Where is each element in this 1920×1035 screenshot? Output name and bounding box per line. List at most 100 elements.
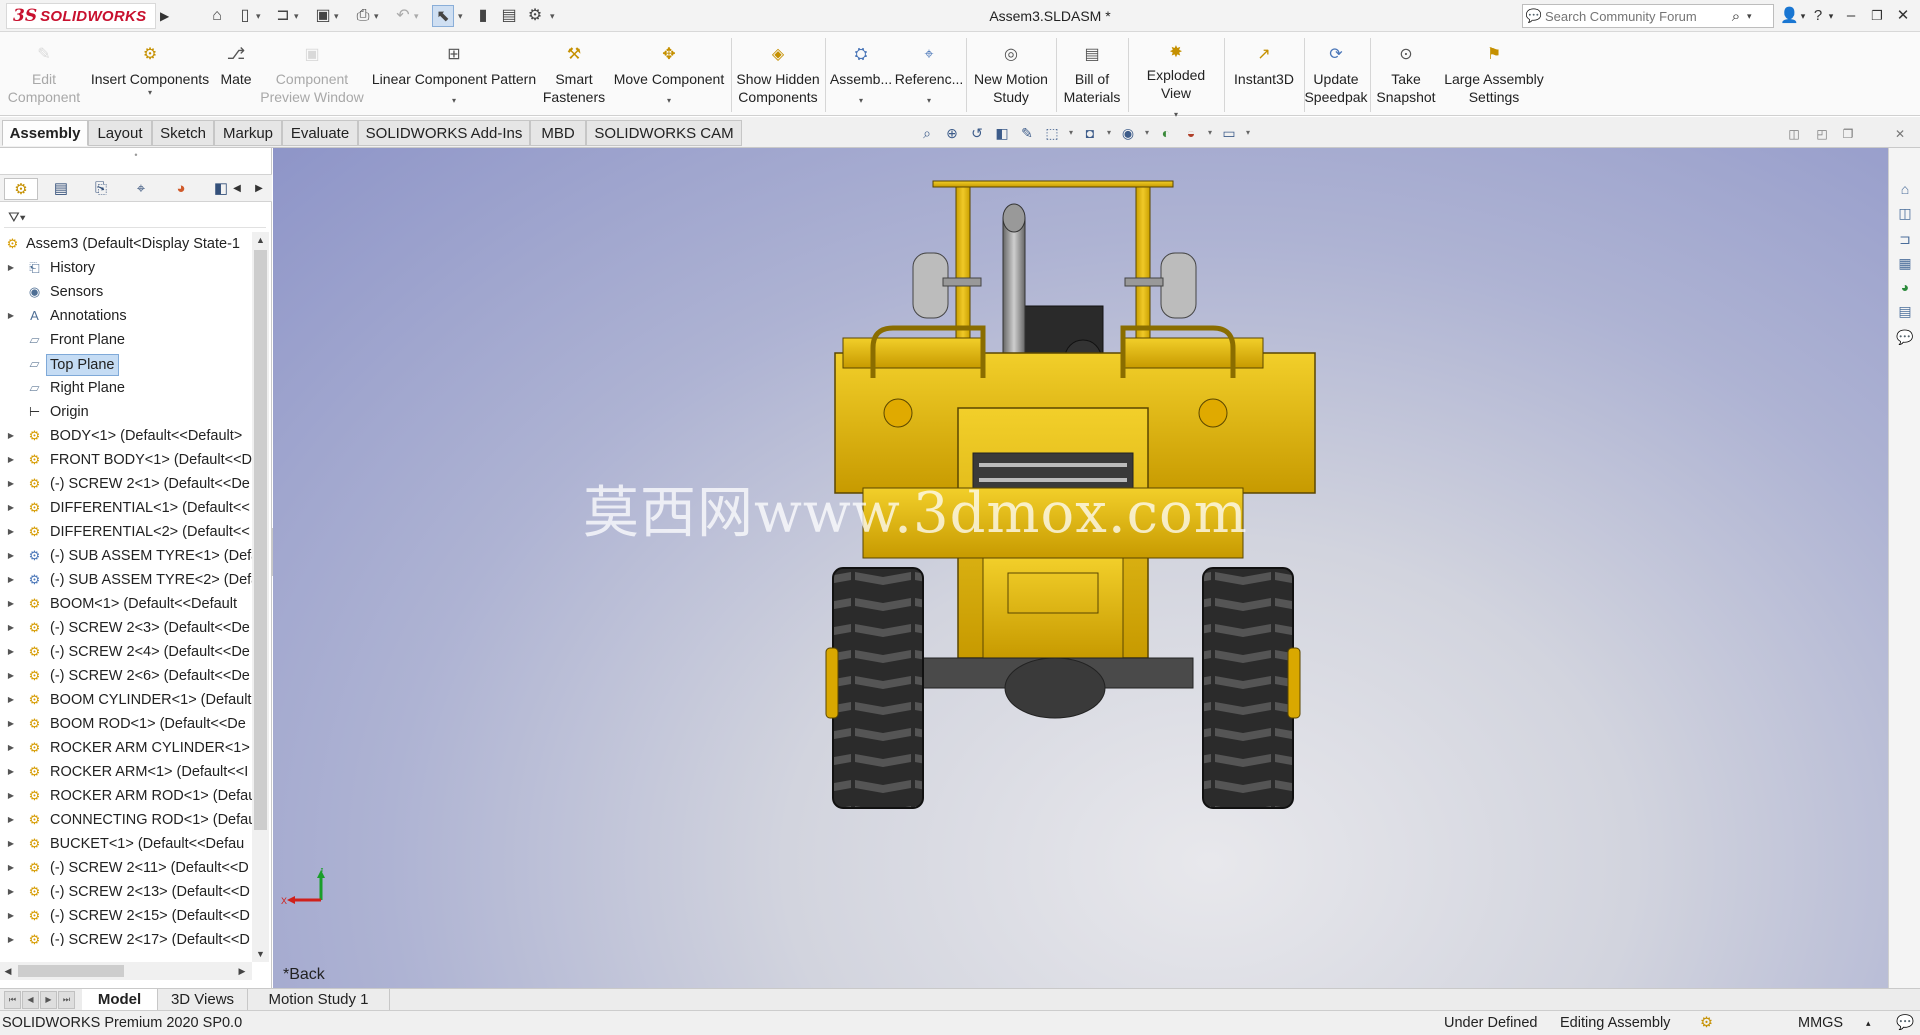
move-component-button[interactable]: ✥ Move Component ▾ — [610, 34, 728, 114]
custom-properties-icon[interactable]: ▤ — [1894, 300, 1916, 322]
doc-window-tile-icon[interactable]: ◫ — [1784, 124, 1804, 144]
display-style-dropdown-icon[interactable]: ▾ — [1104, 122, 1114, 144]
solidworks-forum-icon[interactable]: 💬 — [1894, 326, 1916, 348]
new-dropdown-icon[interactable]: ▾ — [256, 5, 264, 27]
open-document-icon[interactable]: ⊐ — [272, 5, 294, 27]
save-dropdown-icon[interactable]: ▾ — [334, 5, 342, 27]
dropdown-caret-icon[interactable]: ▾ — [859, 96, 863, 106]
view-settings-dropdown-icon[interactable]: ▾ — [1243, 122, 1253, 144]
dropdown-caret-icon[interactable]: ▾ — [927, 96, 931, 106]
dynamic-annotation-icon[interactable]: ✎ — [1016, 122, 1038, 144]
tab-assembly[interactable]: Assembly — [2, 120, 88, 146]
status-chat-icon[interactable]: 💬 — [1896, 1011, 1914, 1035]
apply-scene-dropdown-icon[interactable]: ▾ — [1205, 122, 1215, 144]
tree-item[interactable]: ▶ ⚙ (-) SCREW 2<1> (Default<<De — [0, 472, 252, 496]
scroll-down-icon[interactable]: ▼ — [252, 946, 269, 962]
unit-system-text[interactable]: MMGS — [1798, 1011, 1843, 1035]
tree-item[interactable]: ▶ ⚙ ROCKER ARM ROD<1> (Defau — [0, 784, 252, 808]
tree-item[interactable]: ▱ Top Plane — [0, 352, 252, 376]
expand-arrow-icon[interactable]: ▶ — [6, 664, 16, 688]
tree-item[interactable]: ▱ Right Plane — [0, 376, 252, 400]
tree-item[interactable]: ▶ ⚙ DIFFERENTIAL<1> (Default<< — [0, 496, 252, 520]
displaymanager-tab-icon[interactable]: ◕ — [164, 178, 198, 200]
tree-item[interactable]: ▶ ⚙ BOOM<1> (Default<<Default — [0, 592, 252, 616]
tree-item[interactable]: ▶ ⚙ (-) SCREW 2<3> (Default<<De — [0, 616, 252, 640]
expand-arrow-icon[interactable]: ▶ — [6, 856, 16, 880]
file-properties-icon[interactable]: ▤ — [498, 5, 520, 27]
expand-arrow-icon[interactable]: ▶ — [6, 760, 16, 784]
tab-solidworks-addins[interactable]: SOLIDWORKS Add-Ins — [358, 120, 530, 146]
home-icon[interactable]: ⌂ — [206, 5, 228, 27]
expand-arrow-icon[interactable]: ▶ — [6, 544, 16, 568]
user-account-icon[interactable]: 👤 — [1780, 5, 1799, 27]
tree-item[interactable]: ▱ Front Plane — [0, 328, 252, 352]
expand-arrow-icon[interactable]: ▶ — [6, 808, 16, 832]
solidworks-resources-home-icon[interactable]: ⌂ — [1894, 178, 1916, 200]
tab-solidworks-cam[interactable]: SOLIDWORKS CAM — [586, 120, 742, 146]
edit-component-button[interactable]: ✎ Edit Component — [4, 34, 84, 114]
search-input[interactable] — [1545, 8, 1725, 24]
first-tab-icon[interactable]: ⏮ — [4, 991, 21, 1009]
search-dropdown-icon[interactable]: ▾ — [1747, 11, 1757, 22]
expand-arrow-icon[interactable]: ▶ — [6, 712, 16, 736]
scroll-right-icon[interactable]: ▶ — [234, 962, 250, 980]
smart-fasteners-button[interactable]: ⚒ Smart Fasteners — [540, 34, 608, 114]
tree-item[interactable]: ▶ ⚙ ROCKER ARM<1> (Default<<I — [0, 760, 252, 784]
hide-show-dropdown-icon[interactable]: ▾ — [1142, 122, 1152, 144]
tree-item[interactable]: ▶ ⚙ (-) SCREW 2<11> (Default<<D — [0, 856, 252, 880]
tree-root-assembly[interactable]: ⚙ Assem3 (Default<Display State-1 — [0, 232, 252, 256]
options-dropdown-icon[interactable]: ▾ — [550, 5, 558, 27]
close-icon[interactable]: ✕ — [1892, 5, 1914, 27]
insert-components-button[interactable]: ⚙ Insert Components ▾ — [88, 34, 212, 114]
expand-arrow-icon[interactable]: ▶ — [6, 424, 16, 448]
print-icon[interactable]: ⎙ — [352, 5, 374, 27]
expand-arrow-icon[interactable]: ▶ — [6, 448, 16, 472]
wheel-loader-model[interactable] — [793, 178, 1393, 928]
minimize-icon[interactable]: – — [1842, 5, 1860, 27]
save-icon[interactable]: ▣ — [312, 5, 334, 27]
tree-item[interactable]: ▶ ⚙ DIFFERENTIAL<2> (Default<< — [0, 520, 252, 544]
featuremanager-tree-tab-icon[interactable]: ⚙ — [4, 178, 38, 200]
panel-grip-handle[interactable]: • — [0, 148, 272, 162]
view-settings-icon[interactable]: ▭ — [1218, 122, 1240, 144]
tree-item[interactable]: ▶ ⚙ BODY<1> (Default<<Default> — [0, 424, 252, 448]
tree-filter-icon[interactable]: ⛛▾ — [4, 206, 266, 228]
help-dropdown-icon[interactable]: ▾ — [1826, 5, 1836, 27]
show-hidden-components-button[interactable]: ◈ Show Hidden Components — [734, 34, 822, 114]
instant3d-button[interactable]: ↗ Instant3D — [1226, 34, 1302, 114]
reference-geometry-button[interactable]: ⌖ Referenc... ▾ — [895, 34, 963, 114]
doc-window-restore-icon[interactable]: ❐ — [1838, 124, 1858, 144]
view-palette-icon[interactable]: ▦ — [1894, 252, 1916, 274]
tree-item[interactable]: ▶ ⚙ BUCKET<1> (Default<<Defau — [0, 832, 252, 856]
next-tab-icon[interactable]: ▶ — [40, 991, 57, 1009]
exploded-view-button[interactable]: ✸ Exploded View ▾ — [1130, 34, 1222, 119]
expand-arrow-icon[interactable]: ▶ — [6, 496, 16, 520]
expand-arrow-icon[interactable]: ▶ — [6, 904, 16, 928]
large-assembly-settings-button[interactable]: ⚑ Large Assembly Settings — [1440, 34, 1548, 114]
help-icon[interactable]: ? — [1810, 5, 1826, 27]
tree-item[interactable]: ▶ ⚙ (-) SCREW 2<6> (Default<<De — [0, 664, 252, 688]
search-box[interactable]: 💬 ⌕ ▾ — [1522, 4, 1774, 28]
expand-arrow-icon[interactable]: ▶ — [6, 928, 16, 946]
mate-button[interactable]: ⎇ Mate — [214, 34, 258, 114]
expand-arrow-icon[interactable]: ▶ — [6, 616, 16, 640]
design-library-icon[interactable]: ◫ — [1894, 202, 1916, 224]
tree-item[interactable]: ▶ ⚙ BOOM CYLINDER<1> (Default — [0, 688, 252, 712]
bill-of-materials-button[interactable]: ▤ Bill of Materials — [1058, 34, 1126, 114]
open-dropdown-icon[interactable]: ▾ — [294, 5, 302, 27]
tree-item[interactable]: ▶ A Annotations — [0, 304, 252, 328]
take-snapshot-button[interactable]: ⊙ Take Snapshot — [1372, 34, 1440, 114]
previous-view-icon[interactable]: ↺ — [966, 122, 988, 144]
undo-icon[interactable]: ↶ — [392, 5, 414, 27]
scroll-left-icon[interactable]: ◀ — [0, 962, 16, 980]
dropdown-caret-icon[interactable]: ▾ — [667, 96, 671, 106]
prev-tab-icon[interactable]: ◀ — [22, 991, 39, 1009]
zoom-to-fit-icon[interactable]: ⌕ — [916, 122, 938, 144]
dimxpertmanager-tab-icon[interactable]: ⌖ — [124, 178, 158, 200]
tree-item[interactable]: ▶ ⚙ (-) SCREW 2<4> (Default<<De — [0, 640, 252, 664]
tree-horizontal-scrollbar[interactable]: ◀ ▶ — [0, 962, 252, 980]
unit-system-dropdown-icon[interactable]: ▴ — [1866, 1011, 1871, 1035]
apply-scene-icon[interactable]: ◒ — [1180, 122, 1202, 144]
configurationmanager-tab-icon[interactable]: ⎘ — [84, 178, 118, 200]
tree-item[interactable]: ◉ Sensors — [0, 280, 252, 304]
